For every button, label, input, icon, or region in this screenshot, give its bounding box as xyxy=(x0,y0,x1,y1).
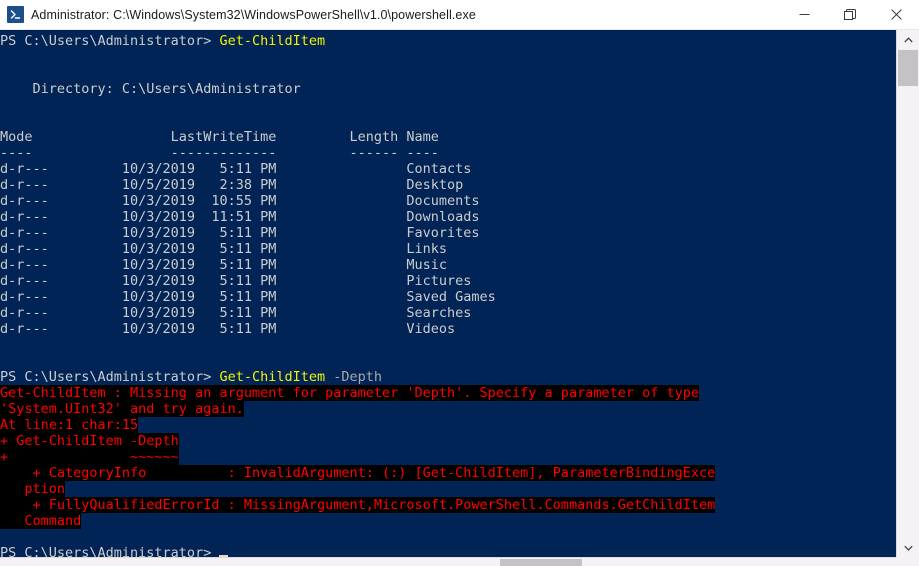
error-text: At line:1 char:15 xyxy=(0,417,139,433)
command-text: Get-ChildItem xyxy=(219,369,326,385)
output-text: d-r--- 10/3/2019 5:11 PM Pictures xyxy=(0,273,472,289)
output-text: d-r--- 10/3/2019 10:55 PM Documents xyxy=(0,193,480,209)
powershell-window: Administrator: C:\Windows\System32\Windo… xyxy=(0,0,919,566)
output-text: Directory: C:\Users\Administrator xyxy=(0,81,301,97)
error-line: Get-ChildItem : Missing an argument for … xyxy=(0,385,896,401)
vertical-scrollbar[interactable] xyxy=(896,30,919,557)
output-line: Directory: C:\Users\Administrator xyxy=(0,81,896,97)
error-text: 'System.UInt32' and try again. xyxy=(0,401,244,417)
window-controls xyxy=(781,0,919,30)
output-text: d-r--- 10/3/2019 5:11 PM Contacts xyxy=(0,161,472,177)
output-text: d-r--- 10/5/2019 2:38 PM Desktop xyxy=(0,177,464,193)
output-line: d-r--- 10/3/2019 10:55 PM Documents xyxy=(0,193,896,209)
scroll-down-icon[interactable] xyxy=(897,538,919,557)
error-line: 'System.UInt32' and try again. xyxy=(0,401,896,417)
output-line: d-r--- 10/5/2019 2:38 PM Desktop xyxy=(0,177,896,193)
window-title: Administrator: C:\Windows\System32\Windo… xyxy=(31,7,476,22)
close-button[interactable] xyxy=(873,0,919,30)
output-line: d-r--- 10/3/2019 5:11 PM Searches xyxy=(0,305,896,321)
error-text: + FullyQualifiedErrorId : MissingArgumen… xyxy=(0,497,716,513)
horizontal-scrollbar[interactable] xyxy=(0,557,896,566)
minimize-button[interactable] xyxy=(781,0,827,30)
output-text: Mode LastWriteTime Length Name xyxy=(0,129,439,145)
error-line: + Get-ChildItem -Depth xyxy=(0,433,896,449)
output-text: d-r--- 10/3/2019 5:11 PM Favorites xyxy=(0,225,480,241)
error-text: Command xyxy=(0,513,82,529)
vertical-scrollbar-thumb[interactable] xyxy=(898,50,918,86)
powershell-icon xyxy=(7,6,24,23)
output-text: ---- ------------- ------ ---- xyxy=(0,145,439,161)
scrollbar-corner xyxy=(896,557,919,566)
output-line: d-r--- 10/3/2019 5:11 PM Saved Games xyxy=(0,289,896,305)
error-line: + ~~~~~~ xyxy=(0,449,896,465)
error-text: ption xyxy=(0,481,66,497)
error-line: + FullyQualifiedErrorId : MissingArgumen… xyxy=(0,497,896,513)
command-text: Get-ChildItem xyxy=(219,33,326,49)
output-text: d-r--- 10/3/2019 5:11 PM Music xyxy=(0,257,448,273)
scroll-up-icon[interactable] xyxy=(897,30,919,49)
prompt-line: PS C:\Users\Administrator> Get-ChildItem xyxy=(0,33,896,49)
output-line: d-r--- 10/3/2019 5:11 PM Favorites xyxy=(0,225,896,241)
output-text: d-r--- 10/3/2019 5:11 PM Searches xyxy=(0,305,472,321)
console-buffer: PS C:\Users\Administrator> Get-ChildItem… xyxy=(0,33,896,557)
error-text: + ~~~~~~ xyxy=(0,449,179,465)
output-line: ---- ------------- ------ ---- xyxy=(0,145,896,161)
error-line: + CategoryInfo : InvalidArgument: (:) [G… xyxy=(0,465,896,481)
title-bar[interactable]: Administrator: C:\Windows\System32\Windo… xyxy=(0,0,919,30)
prompt-text: PS C:\Users\Administrator> xyxy=(0,369,220,385)
prompt-line: PS C:\Users\Administrator> Get-ChildItem… xyxy=(0,369,896,385)
error-line: ption xyxy=(0,481,896,497)
error-text: + CategoryInfo : InvalidArgument: (:) [G… xyxy=(0,465,716,481)
error-text: Get-ChildItem : Missing an argument for … xyxy=(0,385,699,401)
error-line: At line:1 char:15 xyxy=(0,417,896,433)
output-text: d-r--- 10/3/2019 5:11 PM Links xyxy=(0,241,448,257)
active-prompt-line: PS C:\Users\Administrator> xyxy=(0,545,896,557)
output-line: d-r--- 10/3/2019 5:11 PM Links xyxy=(0,241,896,257)
output-line: d-r--- 10/3/2019 5:11 PM Pictures xyxy=(0,273,896,289)
maximize-button[interactable] xyxy=(827,0,873,30)
prompt-text: PS C:\Users\Administrator> xyxy=(0,545,220,557)
output-text: d-r--- 10/3/2019 5:11 PM Saved Games xyxy=(0,289,496,305)
output-line: d-r--- 10/3/2019 11:51 PM Downloads xyxy=(0,209,896,225)
output-line: Mode LastWriteTime Length Name xyxy=(0,129,896,145)
error-line: Command xyxy=(0,513,896,529)
horizontal-scrollbar-thumb[interactable] xyxy=(500,559,582,566)
output-text: d-r--- 10/3/2019 5:11 PM Videos xyxy=(0,321,456,337)
error-text: + Get-ChildItem -Depth xyxy=(0,433,179,449)
prompt-text: PS C:\Users\Administrator> xyxy=(0,33,220,49)
output-line: d-r--- 10/3/2019 5:11 PM Music xyxy=(0,257,896,273)
output-line: d-r--- 10/3/2019 5:11 PM Videos xyxy=(0,321,896,337)
console-output-area[interactable]: PS C:\Users\Administrator> Get-ChildItem… xyxy=(0,30,896,557)
output-line: d-r--- 10/3/2019 5:11 PM Contacts xyxy=(0,161,896,177)
command-argument: -Depth xyxy=(325,369,383,385)
output-text: d-r--- 10/3/2019 11:51 PM Downloads xyxy=(0,209,480,225)
